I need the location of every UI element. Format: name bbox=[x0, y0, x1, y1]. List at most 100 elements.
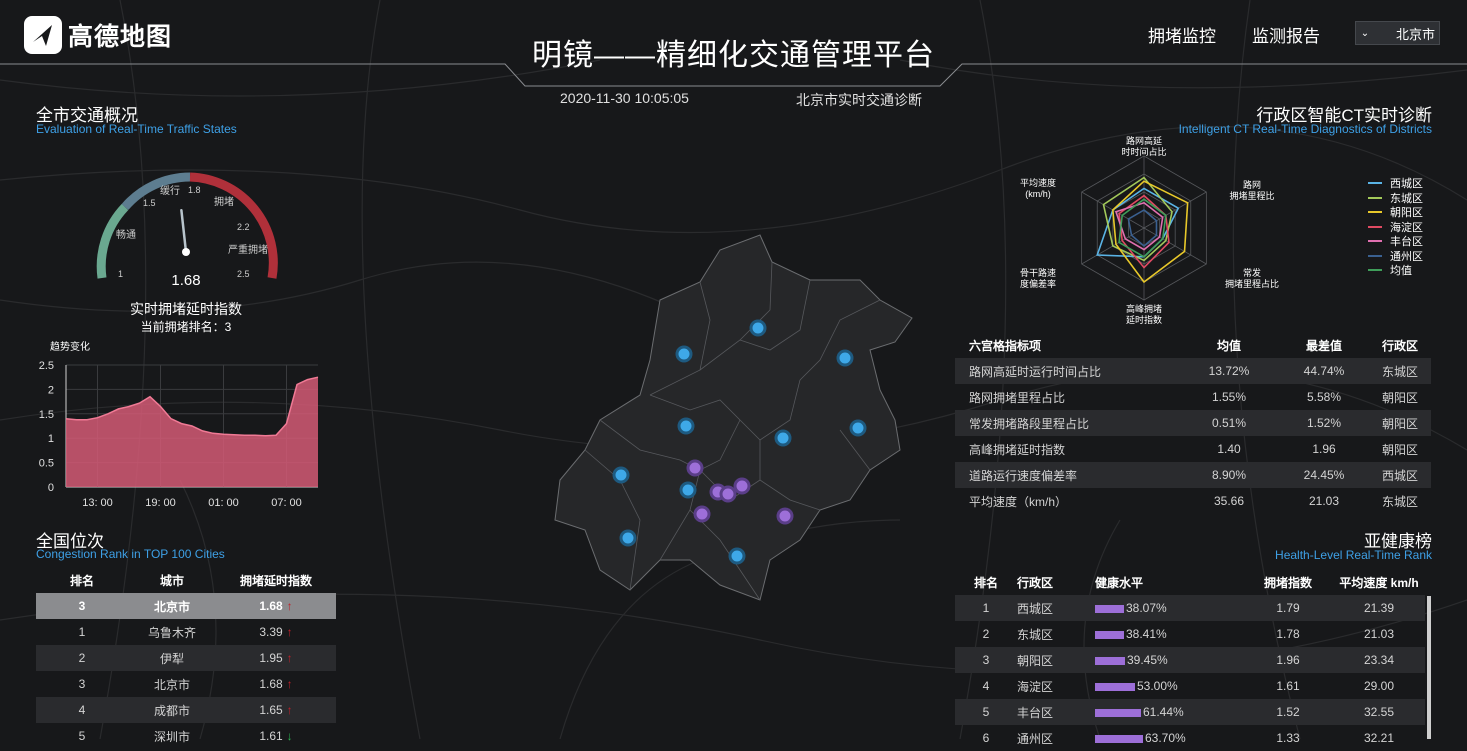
trend-chart: 0 0.5 1 1.5 2 2.5 13: 00 19: 00 01: 00 07: 00 bbox=[39, 360, 319, 509]
arrow-up-icon: ↑ bbox=[286, 625, 293, 639]
table-header-row: 排名 城市 拥堵延时指数 bbox=[36, 567, 336, 593]
rank-label: 当前拥堵排名：3 bbox=[140, 320, 232, 334]
col-city: 城市 bbox=[159, 573, 184, 588]
map-marker[interactable] bbox=[679, 481, 697, 499]
legend-item[interactable]: 东城区 bbox=[1368, 191, 1423, 206]
cell-indicator: 常发拥堵路段里程占比 bbox=[969, 416, 1090, 431]
table-row[interactable]: 3 朝阳区 39.45% 1.96 23.34 bbox=[955, 647, 1425, 673]
health-value: 39.45% bbox=[1127, 653, 1168, 667]
table-header-row: 排名 行政区 健康水平 拥堵指数 平均速度 km/h bbox=[955, 569, 1425, 595]
table-row[interactable]: 4 海淀区 53.00% 1.61 29.00 bbox=[955, 673, 1425, 699]
cell-congestion: 1.79 bbox=[1276, 601, 1300, 615]
gauge-tick-1-5: 1.5 bbox=[143, 198, 156, 208]
table-row[interactable]: 1 西城区 38.07% 1.79 21.39 bbox=[955, 595, 1425, 621]
col-health: 健康水平 bbox=[1095, 575, 1144, 590]
arrow-down-icon: ↓ bbox=[286, 729, 293, 743]
health-value: 38.41% bbox=[1126, 627, 1167, 641]
index-value: 1.61 bbox=[259, 729, 283, 743]
table-row[interactable]: 4 成都市 1.65 ↑ bbox=[36, 697, 336, 723]
table-row[interactable]: 1 乌鲁木齐 3.39 ↑ bbox=[36, 619, 336, 645]
map-marker[interactable] bbox=[693, 505, 711, 523]
col-district: 行政区 bbox=[1381, 338, 1418, 353]
cell-city: 成都市 bbox=[153, 703, 190, 718]
table-row[interactable]: 5 丰台区 61.44% 1.52 32.55 bbox=[955, 699, 1425, 725]
cell-mean: 1.55% bbox=[1211, 390, 1247, 404]
map-marker[interactable] bbox=[836, 349, 854, 367]
legend-item[interactable]: 丰台区 bbox=[1368, 234, 1423, 249]
map-marker[interactable] bbox=[719, 485, 737, 503]
nav-congestion-monitor[interactable]: 拥堵监控 bbox=[1148, 22, 1216, 47]
health-scrollbar[interactable] bbox=[1427, 596, 1431, 739]
health-value: 38.07% bbox=[1126, 601, 1167, 615]
cell-speed: 21.39 bbox=[1363, 601, 1395, 615]
col-mean: 均值 bbox=[1216, 338, 1241, 353]
cell-worst: 5.58% bbox=[1306, 390, 1342, 404]
map-marker[interactable] bbox=[749, 319, 767, 337]
cell-speed: 29.00 bbox=[1363, 679, 1395, 693]
health-bar bbox=[1095, 656, 1125, 665]
cell-city: 深圳市 bbox=[153, 729, 190, 744]
table-row: 常发拥堵路段里程占比 0.51% 1.52% 朝阳区 bbox=[955, 410, 1431, 436]
gauge-zone-severe: 严重拥堵 bbox=[228, 243, 268, 256]
index-value: 1.65 bbox=[259, 703, 283, 717]
cell-speed: 21.03 bbox=[1363, 627, 1395, 641]
cell-rank: 5 bbox=[982, 705, 990, 719]
table-row[interactable]: 3 北京市 1.68 ↑ bbox=[36, 671, 336, 697]
cell-health: 39.45% bbox=[1095, 647, 1243, 673]
legend-item[interactable]: 朝阳区 bbox=[1368, 205, 1423, 220]
gauge-zone-slow: 缓行 bbox=[160, 184, 180, 197]
map-marker[interactable] bbox=[686, 459, 704, 477]
cell-mean: 8.90% bbox=[1211, 468, 1247, 482]
cell-mean: 13.72% bbox=[1208, 364, 1250, 378]
legend-swatch bbox=[1368, 269, 1382, 272]
table-row[interactable]: 5 深圳市 1.61 ↓ bbox=[36, 723, 336, 749]
index-value: 1.68 bbox=[259, 599, 283, 613]
cell-district: 西城区 bbox=[1017, 601, 1054, 616]
legend-swatch bbox=[1368, 225, 1382, 228]
nav-monitor-report[interactable]: 监测报告 bbox=[1252, 22, 1320, 47]
legend-item[interactable]: 海淀区 bbox=[1368, 220, 1423, 235]
city-select[interactable]: ⌄ 北京市 bbox=[1355, 21, 1440, 45]
map-marker[interactable] bbox=[677, 417, 695, 435]
map-marker[interactable] bbox=[733, 477, 751, 495]
cell-congestion: 1.61 bbox=[1276, 679, 1300, 693]
cell-district: 海淀区 bbox=[1017, 679, 1054, 694]
cell-rank: 2 bbox=[78, 651, 86, 665]
map-marker[interactable] bbox=[728, 547, 746, 565]
map-marker[interactable] bbox=[612, 466, 630, 484]
table-row[interactable]: 6 通州区 63.70% 1.33 32.21 bbox=[955, 725, 1425, 751]
table-row[interactable]: 3 北京市 1.68 ↑ bbox=[36, 593, 336, 619]
legend-swatch bbox=[1368, 254, 1382, 257]
cell-worst: 1.96 bbox=[1312, 442, 1336, 456]
health-bar bbox=[1095, 604, 1124, 613]
cell-city: 北京市 bbox=[153, 599, 190, 614]
cell-index: 1.61 ↓ bbox=[216, 723, 336, 749]
y-tick-label: 0 bbox=[48, 482, 54, 494]
arrow-up-icon: ↑ bbox=[286, 703, 293, 717]
table-row[interactable]: 2 东城区 38.41% 1.78 21.03 bbox=[955, 621, 1425, 647]
map-marker[interactable] bbox=[776, 507, 794, 525]
cell-district: 通州区 bbox=[1017, 731, 1054, 746]
legend-item[interactable]: 通州区 bbox=[1368, 249, 1423, 264]
gauge-value: 1.68 bbox=[171, 272, 200, 289]
map-marker[interactable] bbox=[675, 345, 693, 363]
map-marker[interactable] bbox=[774, 429, 792, 447]
cell-rank: 3 bbox=[982, 653, 990, 667]
legend-item[interactable]: 均值 bbox=[1368, 263, 1423, 278]
gauge-zone-smooth: 畅通 bbox=[116, 228, 136, 241]
map-marker[interactable] bbox=[619, 529, 637, 547]
cell-city: 乌鲁木齐 bbox=[147, 625, 196, 640]
chevron-down-icon: ⌄ bbox=[1360, 27, 1370, 39]
cell-indicator: 高峰拥堵延时指数 bbox=[969, 442, 1066, 457]
cell-rank: 4 bbox=[78, 703, 86, 717]
arrow-up-icon: ↑ bbox=[286, 599, 293, 613]
radar-axis-label: 常发拥堵里程占比 bbox=[1225, 267, 1279, 289]
map-marker[interactable] bbox=[849, 419, 867, 437]
radar-legend: 西城区 东城区 朝阳区 海淀区 丰台区 通州区 均值 bbox=[1368, 176, 1423, 278]
cell-index: 3.39 ↑ bbox=[216, 619, 336, 645]
cell-rank: 3 bbox=[78, 599, 86, 613]
cell-speed: 32.21 bbox=[1363, 731, 1395, 745]
gauge-tick-2-5: 2.5 bbox=[237, 269, 250, 279]
legend-item[interactable]: 西城区 bbox=[1368, 176, 1423, 191]
table-row[interactable]: 2 伊犁 1.95 ↑ bbox=[36, 645, 336, 671]
